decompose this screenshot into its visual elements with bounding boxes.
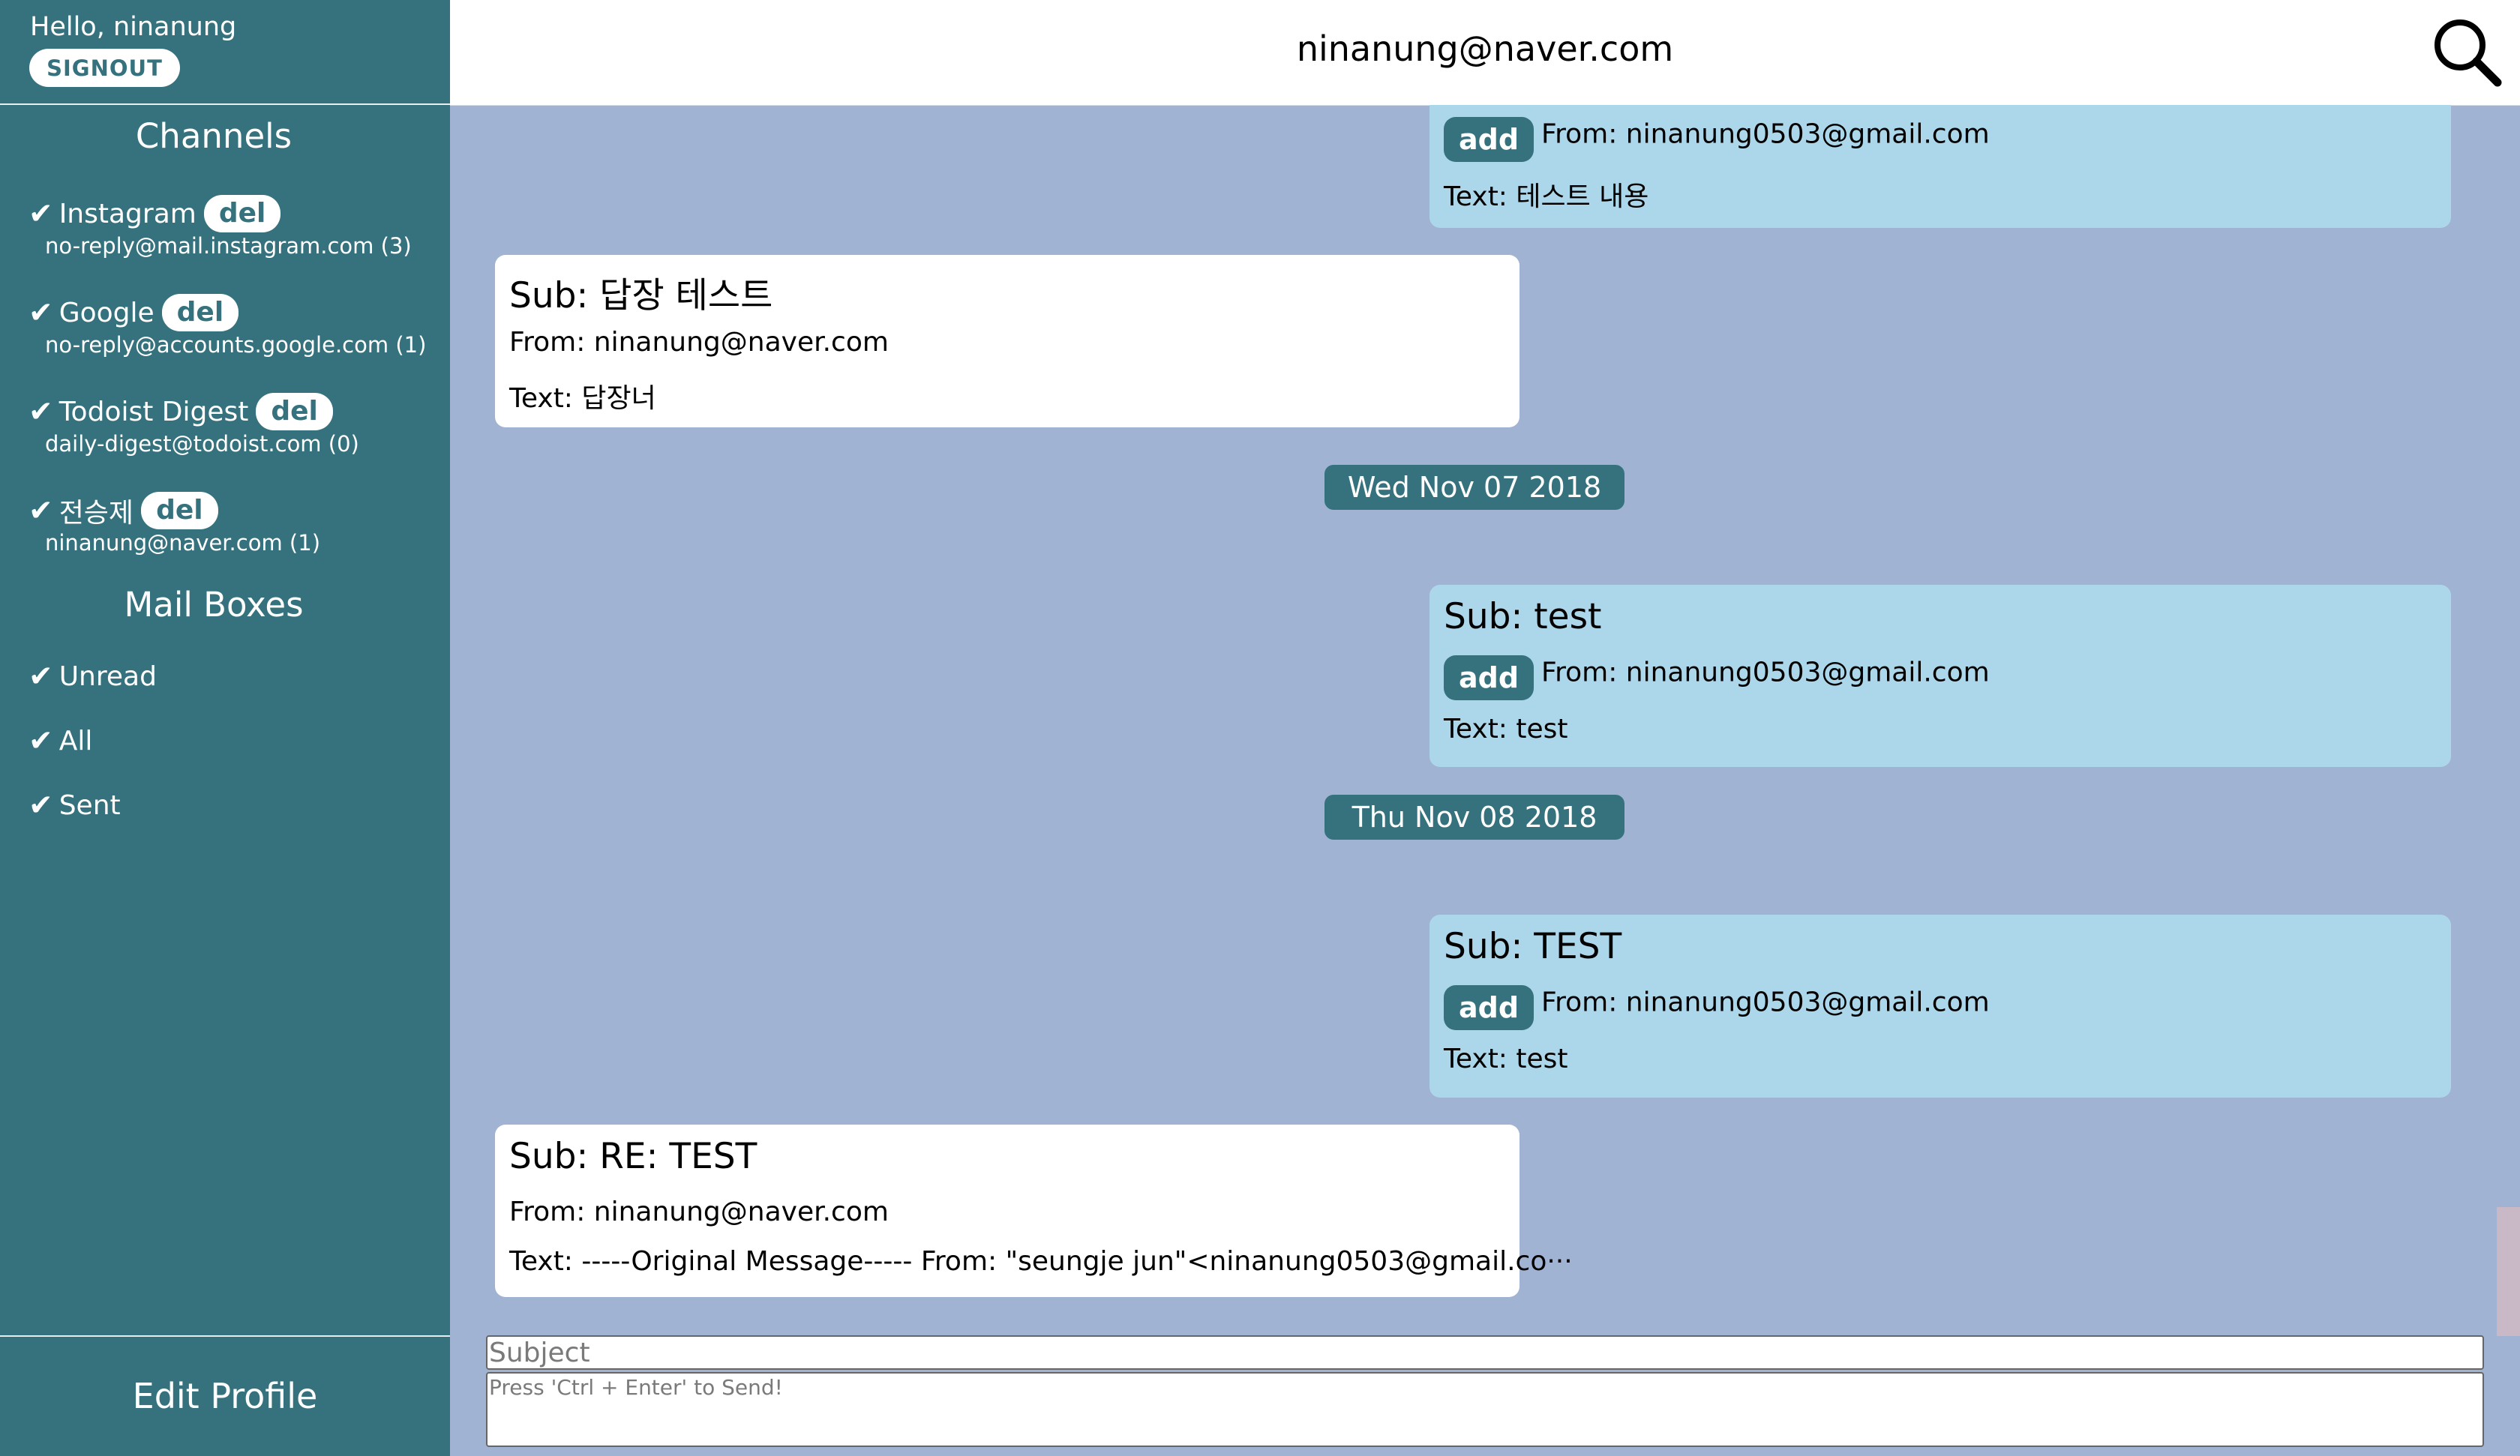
message-subject: Sub: 답장 테스트 [509, 275, 773, 316]
date-separator: Wed Nov 07 2018 [1324, 465, 1624, 510]
message-from: From: ninanung0503@gmail.com [1541, 118, 1990, 150]
edit-profile-button[interactable]: Edit Profile [0, 1336, 450, 1456]
message-from: From: ninanung0503@gmail.com [1541, 657, 1990, 688]
mailboxes-heading: Mail Boxes [124, 585, 304, 625]
scrollbar-thumb[interactable] [2497, 1207, 2520, 1336]
greeting: Hello, ninanung [30, 12, 237, 42]
message-from: From: ninanung@naver.com [509, 327, 889, 358]
check-icon: ✔ [28, 724, 53, 758]
check-icon: ✔ [28, 196, 53, 231]
date-separator: Thu Nov 08 2018 [1324, 795, 1624, 840]
message-received[interactable]: Sub: TEST add From: ninanung0503@gmail.co… [1430, 915, 2451, 1098]
mailbox-sent[interactable]: ✔ Sent [28, 783, 121, 827]
channel-name: Todoist Digest [58, 396, 249, 427]
delete-channel-button[interactable]: del [161, 294, 239, 331]
message-text: Text: 답장너 [509, 383, 656, 414]
check-icon: ✔ [28, 295, 53, 330]
page-title: ninanung@naver.com [1296, 28, 1674, 69]
message-subject: Sub: test [1444, 596, 1602, 637]
delete-channel-button[interactable]: del [256, 393, 333, 430]
message-text: Text: test [1444, 714, 1568, 744]
add-contact-button[interactable]: add [1444, 117, 1534, 162]
channel-email: daily-digest@todoist.com (0) [45, 431, 359, 457]
message-sent[interactable]: Sub: 답장 테스트 From: ninanung@naver.com Tex… [495, 255, 1520, 427]
check-icon: ✔ [28, 493, 53, 528]
sidebar: Hello, ninanung SIGNOUT Channels ✔ Insta… [0, 0, 450, 1456]
delete-channel-button[interactable]: del [203, 195, 281, 232]
message-received[interactable]: add From: ninanung0503@gmail.com Text: 테스… [1430, 105, 2451, 228]
message-sent[interactable]: Sub: RE: TEST From: ninanung@naver.com T… [495, 1125, 1573, 1297]
channel-item-instagram[interactable]: ✔ Instagram del no-reply@mail.instagram.… [28, 192, 412, 259]
message-text: Text: test [1444, 1044, 1568, 1074]
mailbox-unread[interactable]: ✔ Unread [28, 655, 157, 698]
check-icon: ✔ [28, 788, 53, 822]
delete-channel-button[interactable]: del [141, 492, 218, 529]
add-contact-button[interactable]: add [1444, 655, 1534, 700]
header: ninanung@naver.com [450, 0, 2520, 106]
channel-email: no-reply@mail.instagram.com (3) [45, 233, 412, 259]
mailbox-label: Unread [58, 661, 157, 692]
message-from: From: ninanung@naver.com [509, 1197, 889, 1227]
channel-item-google[interactable]: ✔ Google del no-reply@accounts.google.co… [28, 291, 426, 358]
message-subject: Sub: TEST [1444, 926, 1622, 967]
channel-email: ninanung@naver.com (1) [45, 530, 321, 556]
channel-email: no-reply@accounts.google.com (1) [45, 332, 427, 358]
check-icon: ✔ [28, 394, 53, 429]
check-icon: ✔ [28, 659, 53, 694]
message-from-row: add From: ninanung0503@gmail.com [1444, 985, 1990, 1030]
channel-item-jeonseungje[interactable]: ✔ 전승제 del ninanung@naver.com (1) [28, 489, 320, 556]
subject-input[interactable] [486, 1335, 2484, 1370]
search-icon[interactable] [2430, 16, 2505, 91]
mailbox-all[interactable]: ✔ All [28, 719, 92, 762]
channel-item-todoist-digest[interactable]: ✔ Todoist Digest del daily-digest@todois… [28, 390, 359, 457]
channels-heading: Channels [135, 116, 292, 156]
channel-name: Google [58, 297, 154, 328]
channel-name: Instagram [58, 198, 196, 229]
message-received[interactable]: Sub: test add From: ninanung0503@gmail.co… [1430, 585, 2451, 767]
message-text: Text: 테스트 내용 [1444, 181, 1649, 212]
signout-button[interactable]: SIGNOUT [29, 49, 180, 87]
channel-name: 전승제 [58, 498, 134, 529]
mailbox-label: Sent [58, 789, 121, 821]
message-text: Text: -----Original Message----- From: "… [509, 1246, 1573, 1277]
add-contact-button[interactable]: add [1444, 985, 1534, 1030]
message-subject: Sub: RE: TEST [509, 1136, 758, 1177]
message-from-row: add From: ninanung0503@gmail.com [1444, 655, 1990, 700]
sidebar-divider [0, 103, 450, 105]
message-body-input[interactable] [486, 1372, 2484, 1447]
message-from: From: ninanung0503@gmail.com [1541, 987, 1990, 1018]
mailbox-label: All [58, 725, 93, 756]
message-from-row: add From: ninanung0503@gmail.com [1444, 117, 1990, 162]
